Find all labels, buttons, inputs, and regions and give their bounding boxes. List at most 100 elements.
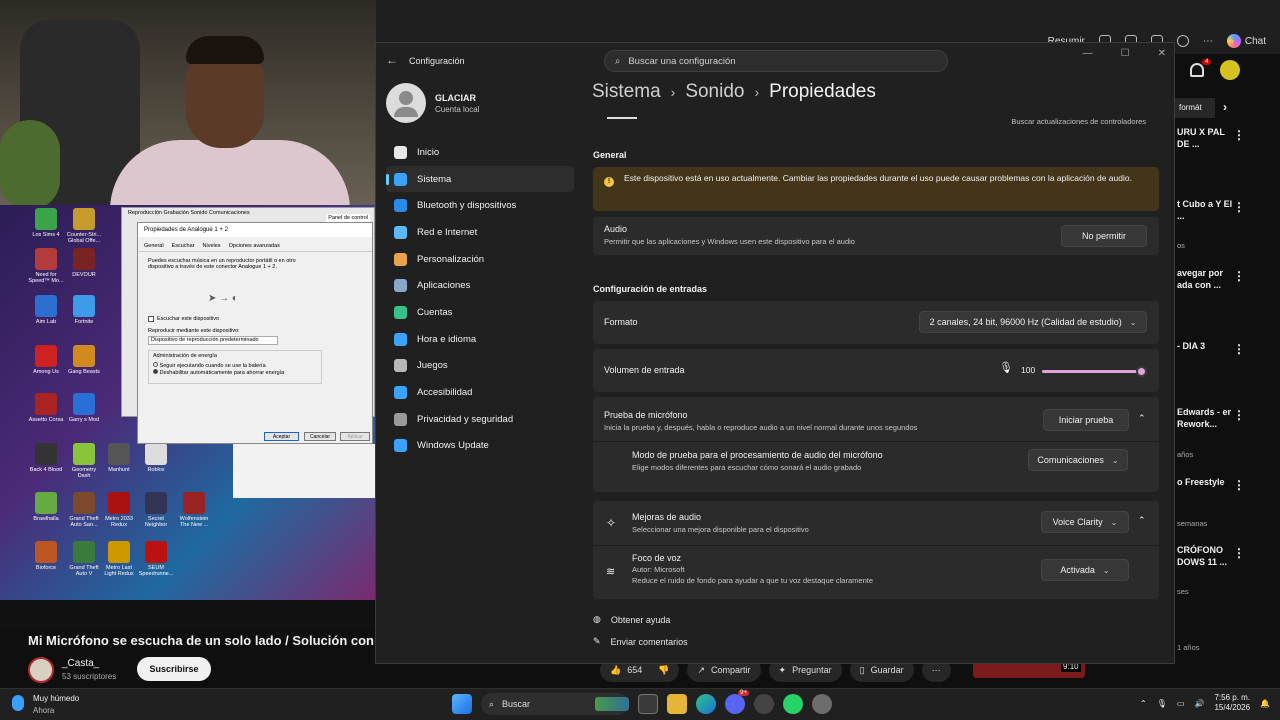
more-options-icon[interactable]: ⋮ bbox=[1233, 342, 1245, 356]
sidebar-item-privacidad-y-seguridad[interactable]: Privacidad y seguridad bbox=[386, 406, 574, 433]
driver-update-link[interactable]: Buscar actualizaciones de controladores bbox=[1011, 117, 1146, 126]
desktop-shortcut[interactable]: Among Us bbox=[28, 345, 64, 375]
back-arrow-icon[interactable]: ← bbox=[386, 53, 398, 67]
start-icon[interactable] bbox=[452, 694, 472, 714]
sidebar-item-red-e-internet[interactable]: Red e Internet bbox=[386, 219, 574, 246]
user-profile[interactable]: GLACIAR Cuenta local bbox=[386, 83, 576, 123]
desktop-shortcut[interactable]: Metro 2033 Redux bbox=[101, 492, 137, 528]
desktop-shortcut[interactable]: Wolfenstein The New ... bbox=[176, 492, 212, 528]
format-select[interactable]: 2 canales, 24 bit, 96000 Hz (Calidad de … bbox=[919, 311, 1147, 333]
more-menu-icon[interactable]: ⋯ bbox=[1203, 36, 1213, 47]
feedback-link[interactable]: ✎ Enviar comentarios bbox=[593, 636, 688, 647]
breadcrumb-system[interactable]: Sistema bbox=[592, 81, 661, 103]
settings-gear-icon[interactable] bbox=[812, 694, 832, 714]
network-icon[interactable]: ▭ bbox=[1177, 699, 1185, 708]
obs-icon[interactable] bbox=[754, 694, 774, 714]
task-view-icon[interactable] bbox=[638, 694, 658, 714]
get-help-link[interactable]: ◍ Obtener ayuda bbox=[593, 614, 670, 625]
sidebar-item-aplicaciones[interactable]: Aplicaciones bbox=[386, 272, 574, 299]
clock[interactable]: 7:56 p. m. 15/4/2026 bbox=[1214, 693, 1250, 714]
video-player[interactable]: Los Sims 4 Counter-Stri... Global Offe...… bbox=[0, 0, 376, 630]
cancel-button[interactable]: Cancelar bbox=[304, 432, 336, 441]
sidebar-item-sistema[interactable]: Sistema bbox=[386, 165, 574, 193]
chevron-up-icon[interactable]: ⌃ bbox=[1138, 515, 1146, 526]
enhancements-select[interactable]: Voice Clarity ⌄ bbox=[1041, 511, 1129, 533]
sidebar-item-windows-update[interactable]: Windows Update bbox=[386, 433, 574, 460]
desktop-shortcut[interactable]: Back 4 Blood bbox=[28, 443, 64, 473]
chevron-up-icon[interactable]: ⌃ bbox=[1138, 413, 1146, 424]
desktop-shortcut[interactable]: Roblox bbox=[138, 443, 174, 473]
playback-select[interactable]: Dispositivo de reproducción predetermina… bbox=[148, 336, 278, 345]
radio-1[interactable] bbox=[153, 362, 158, 367]
microphone-icon[interactable]: 🎙 bbox=[999, 361, 1013, 374]
tab-levels[interactable]: Niveles bbox=[203, 243, 221, 249]
desktop-shortcut[interactable]: Metro Last Light Redux bbox=[101, 541, 137, 577]
start-test-button[interactable]: Iniciar prueba bbox=[1043, 409, 1129, 431]
tab-listen[interactable]: Escuchar bbox=[172, 243, 195, 249]
desktop-shortcut[interactable]: Secret Neighbor bbox=[138, 492, 174, 528]
sidebar-item-inicio[interactable]: Inicio bbox=[386, 139, 574, 166]
settings-search-input[interactable]: ⌕ Buscar una configuración bbox=[604, 50, 948, 72]
desktop-shortcut[interactable]: Grand Theft Auto San... bbox=[66, 492, 102, 528]
desktop-shortcut[interactable]: Counter-Stri... Global Offe... bbox=[66, 208, 102, 244]
sidebar-item-cuentas[interactable]: Cuentas bbox=[386, 299, 574, 326]
channel-name[interactable]: _Casta_ bbox=[62, 658, 99, 669]
volume-slider[interactable] bbox=[1042, 366, 1147, 377]
thumbs-down-icon[interactable]: 👎 bbox=[658, 665, 669, 676]
maximize-icon[interactable]: ☐ bbox=[1121, 48, 1130, 59]
desktop-shortcut[interactable]: SEUM Speedrunne... bbox=[138, 541, 174, 577]
chevron-up-icon[interactable]: ⌃ bbox=[1140, 699, 1147, 708]
desktop-shortcut[interactable]: Assetto Corsa bbox=[28, 393, 64, 423]
file-explorer-icon[interactable] bbox=[667, 694, 687, 714]
close-icon[interactable]: ✕ bbox=[1158, 48, 1166, 59]
recommended-video-title[interactable]: t Cubo a Y El ... bbox=[1177, 198, 1237, 222]
tab-advanced[interactable]: Opciones avanzadas bbox=[229, 243, 280, 249]
whatsapp-icon[interactable] bbox=[783, 694, 803, 714]
recommended-video-title[interactable]: Edwards - er Rework... bbox=[1177, 406, 1237, 430]
sidebar-item-juegos[interactable]: Juegos bbox=[386, 353, 574, 380]
recommended-video-title[interactable]: avegar por ada con ... bbox=[1177, 267, 1237, 291]
sidebar-item-bluetooth-y-dispositivos[interactable]: Bluetooth y dispositivos bbox=[386, 192, 574, 219]
more-options-icon[interactable]: ⋮ bbox=[1233, 200, 1245, 214]
desktop-shortcut[interactable]: Need for Speed™ Mo... bbox=[28, 248, 64, 284]
more-options-icon[interactable]: ⋮ bbox=[1233, 478, 1245, 492]
more-options-icon[interactable]: ⋮ bbox=[1233, 269, 1245, 283]
profile-icon[interactable] bbox=[1176, 35, 1189, 47]
breadcrumb-sound[interactable]: Sonido bbox=[685, 81, 744, 103]
microphone-icon[interactable]: 🎙 bbox=[1157, 699, 1167, 708]
recommended-video-title[interactable]: o Freestyle bbox=[1177, 476, 1237, 488]
disallow-button[interactable]: No permitir bbox=[1061, 225, 1147, 247]
more-options-icon[interactable]: ⋮ bbox=[1233, 546, 1245, 560]
radio-2[interactable] bbox=[153, 369, 158, 374]
desktop-shortcut[interactable]: Los Sims 4 bbox=[28, 208, 64, 238]
chevron-right-icon[interactable]: › bbox=[1223, 100, 1227, 114]
sidebar-item-personalizaci-n[interactable]: Personalización bbox=[386, 246, 574, 273]
volume-slider-thumb[interactable] bbox=[1136, 366, 1147, 377]
more-options-icon[interactable]: ⋮ bbox=[1233, 408, 1245, 422]
apply-button[interactable]: Aplicar bbox=[340, 432, 370, 441]
channel-avatar[interactable] bbox=[28, 657, 54, 683]
volume-icon[interactable]: 🔊 bbox=[1194, 699, 1204, 708]
desktop-shortcut[interactable]: Grand Theft Auto V bbox=[66, 541, 102, 577]
recommended-video-title[interactable]: CRÓFONO DOWS 11 ... bbox=[1177, 544, 1237, 568]
listen-checkbox[interactable] bbox=[148, 316, 154, 322]
more-options-icon[interactable]: ⋮ bbox=[1233, 128, 1245, 142]
notifications-icon[interactable]: 🔔 bbox=[1260, 699, 1270, 708]
desktop-shortcut[interactable]: Manhunt bbox=[101, 443, 137, 473]
desktop-shortcut[interactable]: Bioforce bbox=[28, 541, 64, 571]
copilot-chat-button[interactable]: Chat bbox=[1226, 34, 1266, 48]
sidebar-item-accesibilidad[interactable]: Accesibilidad bbox=[386, 379, 574, 406]
desktop-shortcut[interactable]: Brawlhalla bbox=[28, 492, 64, 522]
minimize-icon[interactable]: — bbox=[1083, 48, 1093, 59]
subscribe-button[interactable]: Suscribirse bbox=[137, 657, 211, 681]
filter-chip[interactable]: formát bbox=[1175, 98, 1215, 118]
recommended-video-title[interactable]: - DIA 3 bbox=[1177, 340, 1237, 352]
ok-button[interactable]: Aceptar bbox=[264, 432, 299, 441]
desktop-shortcut[interactable]: Geometry Dash bbox=[66, 443, 102, 479]
voice-focus-select[interactable]: Activada ⌄ bbox=[1041, 559, 1129, 581]
test-mode-select[interactable]: Comunicaciones ⌄ bbox=[1028, 449, 1128, 471]
edge-icon[interactable] bbox=[696, 694, 716, 714]
tab-general[interactable]: General bbox=[144, 243, 164, 249]
desktop-shortcut[interactable]: Fortnite bbox=[66, 295, 102, 325]
desktop-shortcut[interactable]: DEVOUR bbox=[66, 248, 102, 278]
